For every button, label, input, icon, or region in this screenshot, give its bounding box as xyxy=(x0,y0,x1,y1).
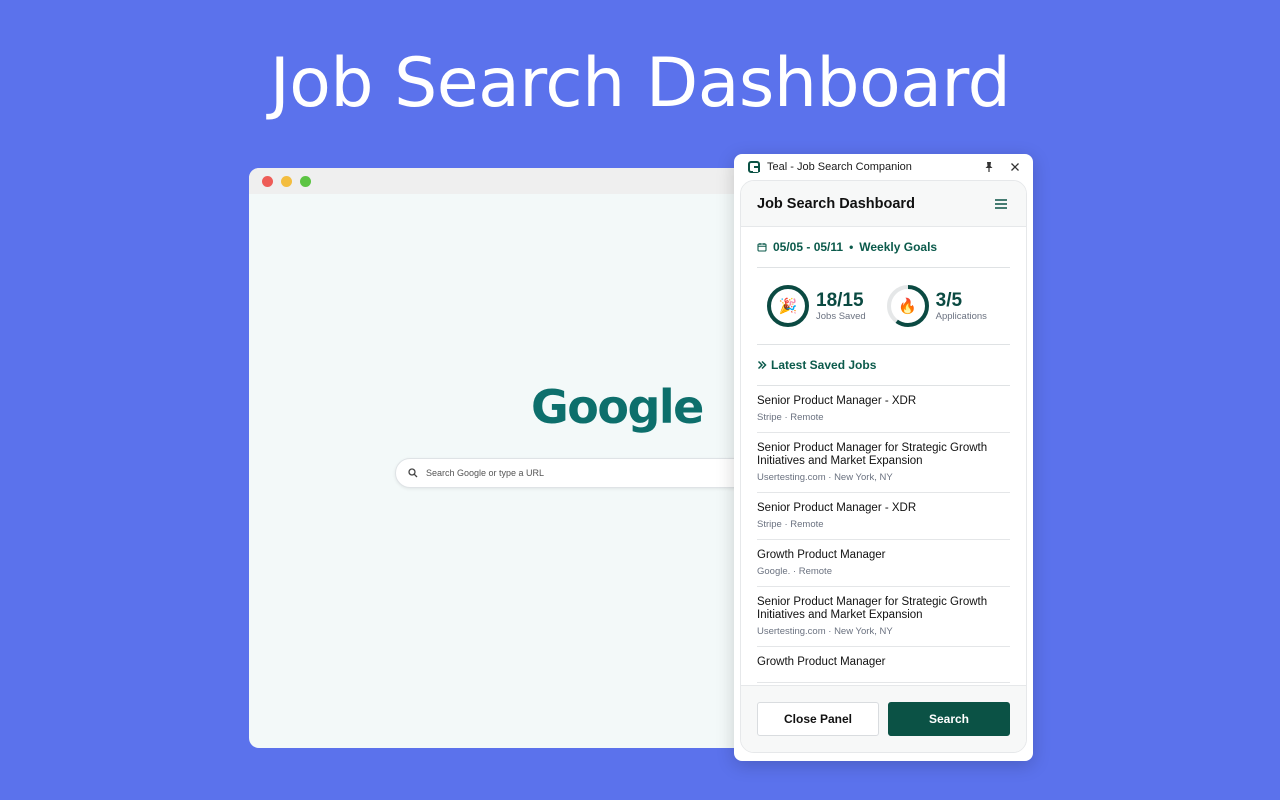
job-title: Senior Product Manager - XDR xyxy=(757,395,917,407)
goals-date-range: 05/05 - 05/11 xyxy=(773,240,844,254)
jobs-saved-progress-ring: 🎉 xyxy=(766,284,810,328)
teal-extension-panel: Teal - Job Search Companion Job Search D… xyxy=(734,154,1033,761)
applications-label: Applications xyxy=(935,310,987,322)
job-meta: Stripe · Remote xyxy=(757,412,824,423)
jobs-saved-value: 18/15 xyxy=(816,289,864,311)
panel-titlebar: Teal - Job Search Companion xyxy=(734,154,1033,180)
search-icon xyxy=(408,468,418,478)
job-item[interactable]: Growth Product Manager xyxy=(757,647,1010,683)
job-meta: Usertesting.com · New York, NY xyxy=(757,626,893,637)
calendar-icon xyxy=(757,243,767,252)
latest-saved-jobs-label: Latest Saved Jobs xyxy=(771,358,877,372)
jobs-saved-label: Jobs Saved xyxy=(816,310,866,322)
pin-icon[interactable] xyxy=(983,161,995,173)
stats-row: 🎉 18/15 Jobs Saved 🔥 3/5 Applications xyxy=(757,268,1010,345)
browser-titlebar xyxy=(249,168,749,194)
app-title: Teal - Job Search Companion xyxy=(767,161,912,173)
panel-title: Job Search Dashboard xyxy=(757,195,915,212)
job-meta: Google. · Remote xyxy=(757,566,832,577)
search-placeholder: Search Google or type a URL xyxy=(426,468,545,478)
goals-separator: • xyxy=(849,240,854,254)
panel-header: Job Search Dashboard xyxy=(741,181,1026,227)
goals-label: Weekly Goals xyxy=(859,240,938,254)
party-popper-icon: 🎉 xyxy=(778,298,798,315)
job-title: Senior Product Manager for Strategic Gro… xyxy=(757,442,988,467)
stat-applications: 🔥 3/5 Applications xyxy=(886,284,987,328)
job-meta: Usertesting.com · New York, NY xyxy=(757,472,893,483)
job-item[interactable]: Senior Product Manager - XDR Stripe · Re… xyxy=(757,386,1010,433)
saved-jobs-list: Senior Product Manager - XDR Stripe · Re… xyxy=(757,386,1010,683)
job-item[interactable]: Senior Product Manager - XDR Stripe · Re… xyxy=(757,493,1010,540)
close-panel-button[interactable]: Close Panel xyxy=(757,702,879,736)
google-logo: Google xyxy=(531,380,704,434)
google-search-input[interactable]: Search Google or type a URL xyxy=(395,458,749,488)
weekly-goals-row[interactable]: 05/05 - 05/11 • Weekly Goals xyxy=(757,227,1010,268)
hero-title: Job Search Dashboard xyxy=(269,44,1011,123)
job-title: Growth Product Manager xyxy=(757,656,886,668)
job-title: Senior Product Manager for Strategic Gro… xyxy=(757,596,988,621)
applications-value: 3/5 xyxy=(935,289,963,311)
job-item[interactable]: Senior Product Manager for Strategic Gro… xyxy=(757,587,1010,647)
job-item[interactable]: Growth Product Manager Google. · Remote xyxy=(757,540,1010,587)
job-title: Senior Product Manager - XDR xyxy=(757,502,917,514)
stat-jobs-saved: 🎉 18/15 Jobs Saved xyxy=(766,284,866,328)
teal-logo-icon xyxy=(748,161,760,173)
latest-saved-jobs-header[interactable]: Latest Saved Jobs xyxy=(757,345,1010,386)
browser-window: Google Search Google or type a URL xyxy=(249,168,749,748)
applications-progress-ring: 🔥 xyxy=(886,284,930,328)
close-window-button[interactable] xyxy=(262,175,273,187)
hamburger-menu-icon[interactable] xyxy=(994,198,1008,210)
job-title: Growth Product Manager xyxy=(757,549,886,561)
maximize-window-button[interactable] xyxy=(300,175,311,187)
job-meta: Stripe · Remote xyxy=(757,519,824,530)
panel-footer: Close Panel Search xyxy=(741,685,1026,752)
close-icon[interactable] xyxy=(1009,161,1021,173)
minimize-window-button[interactable] xyxy=(281,175,292,187)
double-chevron-right-icon xyxy=(757,360,767,370)
panel-body: Job Search Dashboard 05/05 - 05/11 • Wee… xyxy=(740,180,1027,753)
fire-icon: 🔥 xyxy=(898,298,917,315)
job-item[interactable]: Senior Product Manager for Strategic Gro… xyxy=(757,433,1010,493)
search-button[interactable]: Search xyxy=(888,702,1010,736)
